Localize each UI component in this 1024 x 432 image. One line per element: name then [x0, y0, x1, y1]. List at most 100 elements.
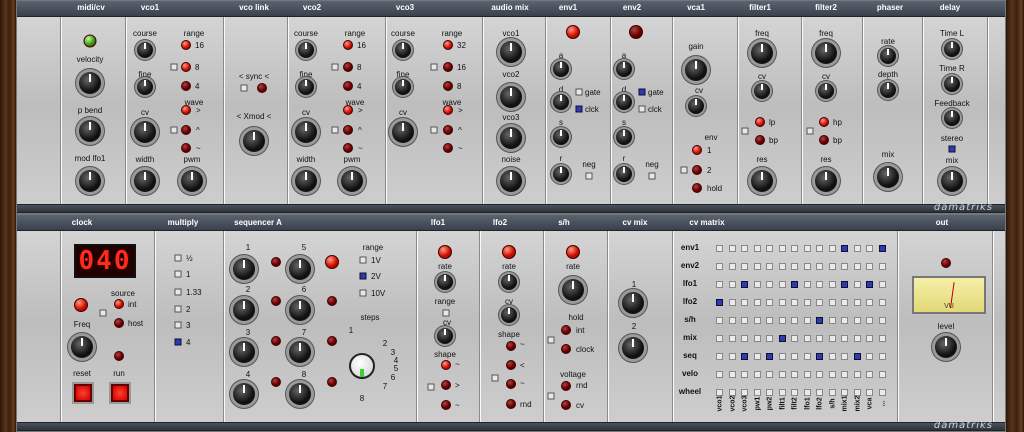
matrix-cell[interactable] [728, 371, 736, 378]
vca-hold-led[interactable] [692, 183, 702, 193]
cvmix-1-knob[interactable] [622, 292, 644, 314]
sh-int-led[interactable] [561, 325, 571, 335]
matrix-cell[interactable] [791, 371, 798, 378]
matrix-cell[interactable] [828, 263, 836, 270]
f1-lp-led[interactable] [755, 117, 765, 127]
seq-step2-knob[interactable] [233, 299, 255, 321]
matrix-cell[interactable] [803, 299, 811, 306]
matrix-cell[interactable] [766, 245, 773, 252]
lfo1-shape-check[interactable] [427, 383, 435, 391]
matrix-cell[interactable] [841, 371, 848, 378]
matrix-cell[interactable] [853, 371, 861, 378]
dl-timer-knob[interactable] [944, 76, 960, 92]
modlfo-knob[interactable] [79, 170, 101, 192]
env2-clck-check[interactable] [638, 105, 646, 113]
vco2-wave-2-led[interactable] [343, 125, 353, 135]
vco1-range-check[interactable] [170, 63, 178, 71]
f1-mode-check[interactable] [741, 127, 749, 135]
matrix-cell[interactable] [878, 245, 886, 252]
matrix-cell[interactable] [828, 317, 836, 324]
matrix-cell[interactable] [778, 317, 786, 324]
matrix-cell[interactable] [766, 263, 773, 270]
f2-cv-knob[interactable] [818, 83, 834, 99]
f2-bp-led[interactable] [819, 135, 829, 145]
matrix-cell[interactable] [853, 299, 861, 306]
sync-check[interactable] [240, 84, 248, 92]
vco2-wave-3-led[interactable] [343, 143, 353, 153]
matrix-cell[interactable] [728, 245, 736, 252]
mult-chk-3[interactable] [174, 305, 182, 313]
matrix-cell[interactable] [716, 353, 723, 360]
sh-rate-knob[interactable] [562, 279, 584, 301]
ph-depth-knob[interactable] [880, 82, 896, 98]
matrix-cell[interactable] [753, 245, 761, 252]
matrix-cell[interactable] [866, 353, 873, 360]
vco1-wave-check[interactable] [170, 126, 178, 134]
vco2-wave-check[interactable] [331, 126, 339, 134]
matrix-cell[interactable] [878, 281, 886, 288]
matrix-cell[interactable] [741, 281, 748, 288]
vco3-cv-knob[interactable] [392, 121, 414, 143]
matrix-cell[interactable] [778, 299, 786, 306]
matrix-cell[interactable] [753, 371, 761, 378]
matrix-cell[interactable] [753, 353, 761, 360]
f1-res-knob[interactable] [751, 170, 773, 192]
matrix-cell[interactable] [866, 317, 873, 324]
seq-range-2v-check[interactable] [359, 272, 367, 280]
env2-a-knob[interactable] [616, 61, 632, 77]
sync-led[interactable] [257, 83, 267, 93]
matrix-cell[interactable] [803, 371, 811, 378]
seq-step6-knob[interactable] [289, 299, 311, 321]
matrix-cell[interactable] [853, 335, 861, 342]
seq-steps-switch[interactable] [349, 353, 375, 379]
matrix-cell[interactable] [716, 245, 723, 252]
matrix-cell[interactable] [841, 335, 848, 342]
vco1-fine-knob[interactable] [137, 79, 153, 95]
matrix-cell[interactable] [828, 281, 836, 288]
matrix-cell[interactable] [803, 353, 811, 360]
matrix-cell[interactable] [716, 281, 723, 288]
vco3-course-knob[interactable] [395, 42, 411, 58]
lfo1-cv-knob[interactable] [437, 328, 453, 344]
matrix-cell[interactable] [816, 245, 823, 252]
matrix-cell[interactable] [828, 299, 836, 306]
matrix-cell[interactable] [841, 281, 848, 288]
seq-step7-knob[interactable] [289, 341, 311, 363]
matrix-cell[interactable] [878, 299, 886, 306]
matrix-cell[interactable] [878, 353, 886, 360]
clock-run-button[interactable] [111, 384, 129, 402]
out-level-knob[interactable] [935, 336, 957, 358]
matrix-cell[interactable] [716, 299, 723, 306]
matrix-cell[interactable] [878, 263, 886, 270]
vco2-range-16-led[interactable] [343, 40, 353, 50]
vca-env2-led[interactable] [692, 165, 702, 175]
clock-int-led[interactable] [114, 299, 124, 309]
matrix-cell[interactable] [778, 281, 786, 288]
matrix-cell[interactable] [841, 245, 848, 252]
matrix-cell[interactable] [791, 389, 798, 396]
lfo1-range-check[interactable] [442, 309, 450, 317]
vco3-wave-3-led[interactable] [443, 143, 453, 153]
matrix-cell[interactable] [841, 353, 848, 360]
matrix-cell[interactable] [778, 389, 786, 396]
matrix-cell[interactable] [728, 317, 736, 324]
matrix-cell[interactable] [828, 335, 836, 342]
matrix-cell[interactable] [791, 335, 798, 342]
env2-s-knob[interactable] [616, 129, 632, 145]
matrix-cell[interactable] [866, 263, 873, 270]
matrix-cell[interactable] [728, 263, 736, 270]
matrix-cell[interactable] [716, 317, 723, 324]
matrix-cell[interactable] [728, 299, 736, 306]
matrix-cell[interactable] [841, 263, 848, 270]
matrix-cell[interactable] [728, 353, 736, 360]
lfo1-shape2-led[interactable] [441, 380, 451, 390]
matrix-cell[interactable] [778, 263, 786, 270]
env2-neg-check[interactable] [648, 172, 656, 180]
sh-cv-led[interactable] [561, 400, 571, 410]
seq-range-1v-check[interactable] [359, 256, 367, 264]
matrix-cell[interactable] [791, 317, 798, 324]
matrix-cell[interactable] [866, 299, 873, 306]
lfo2-shape-check[interactable] [491, 374, 499, 382]
matrix-cell[interactable] [866, 389, 873, 396]
vco1-range-16-led[interactable] [181, 40, 191, 50]
